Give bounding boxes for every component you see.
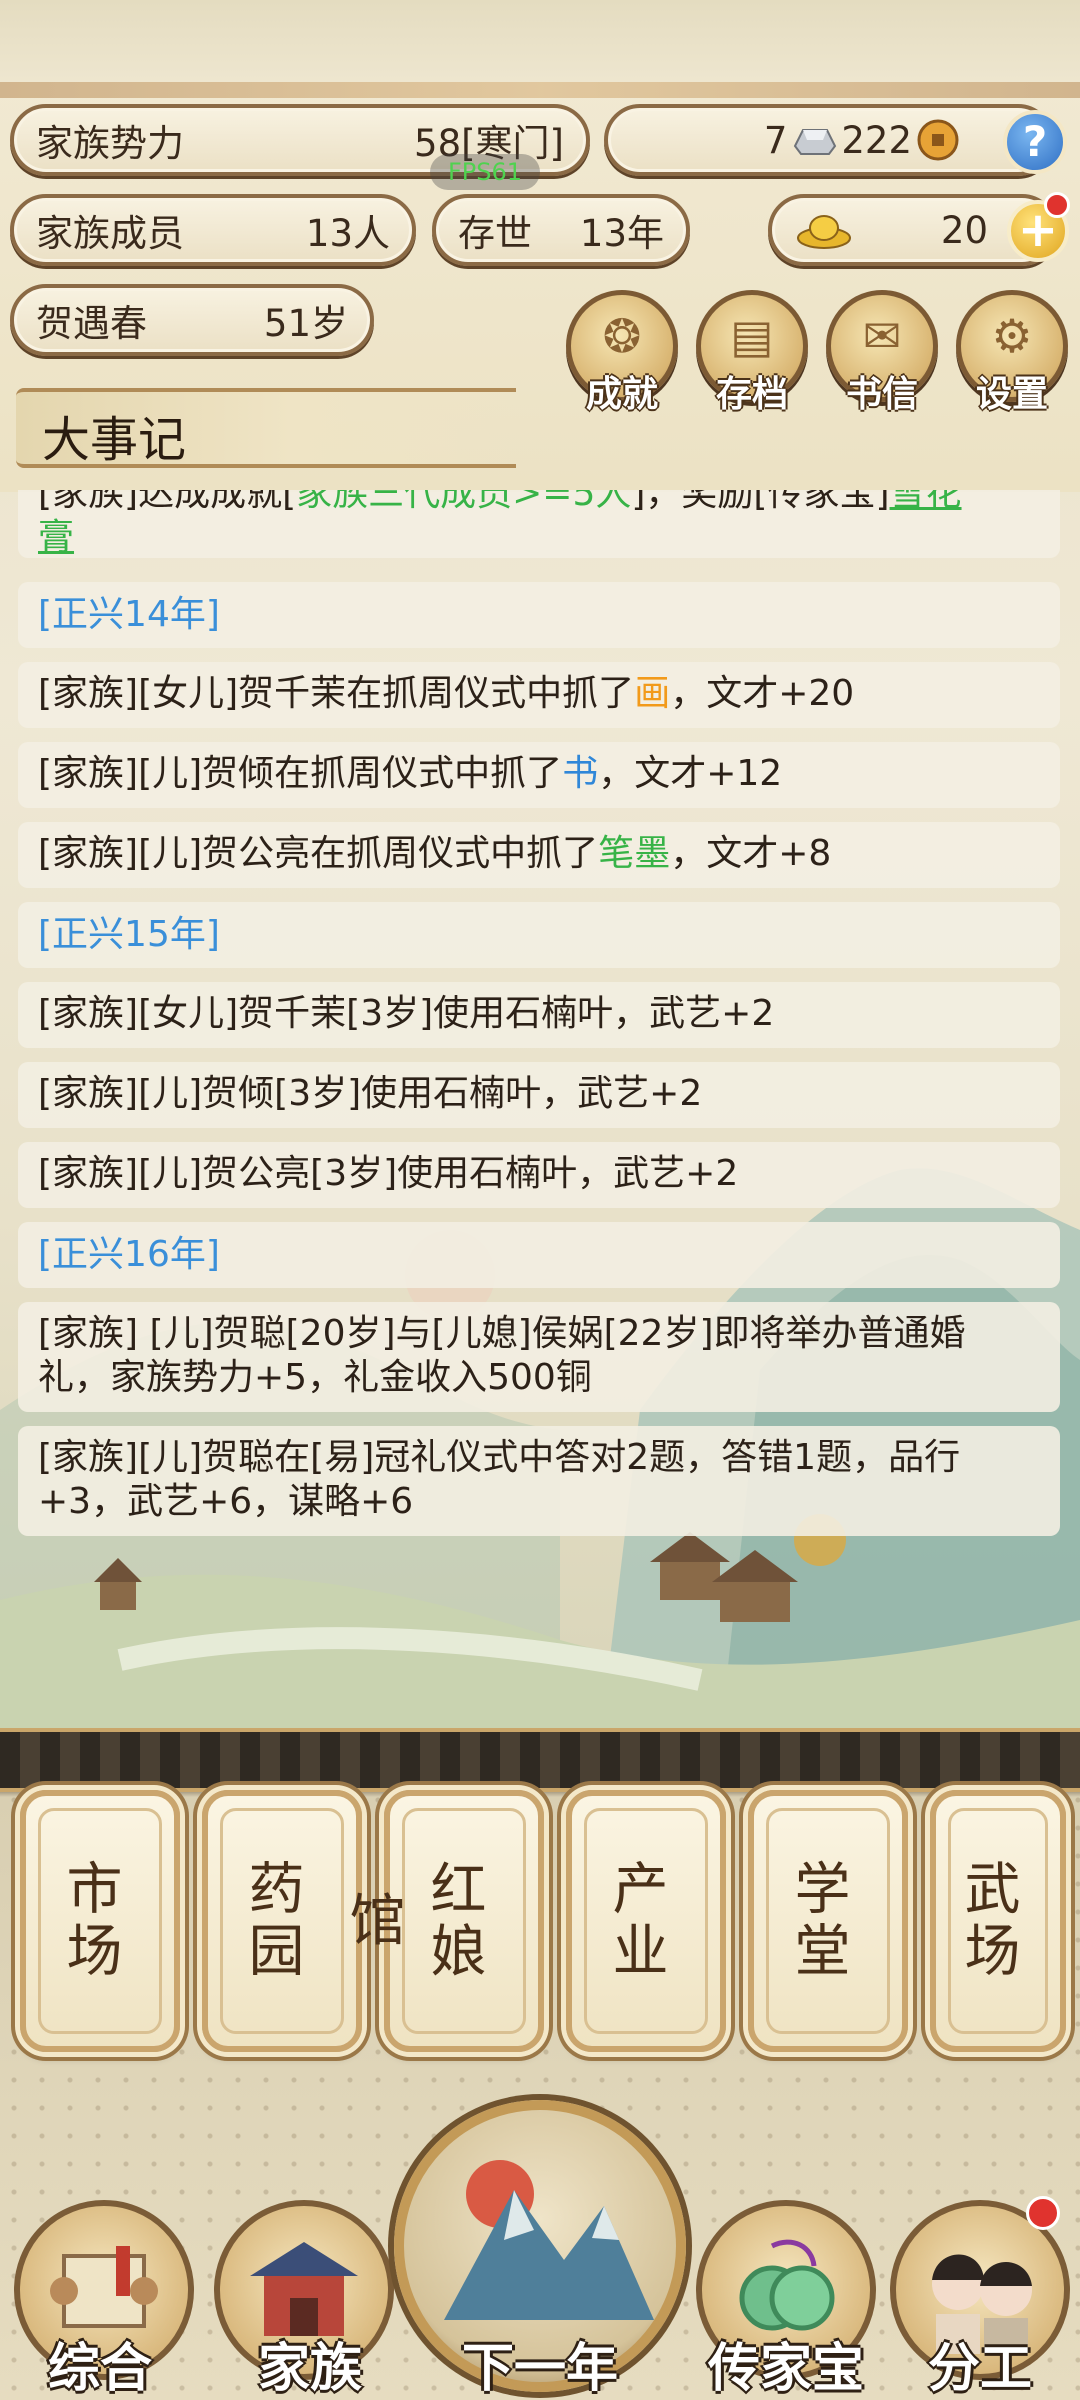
log-entry: [家族][儿]贺倾在抓周仪式中抓了书，文才+12: [18, 742, 1060, 808]
nav-general-label: 综合: [47, 2338, 152, 2399]
settings-icon: ⚙: [991, 309, 1033, 363]
facility-matchmaker[interactable]: 红娘馆: [340, 1790, 544, 2052]
letter-label: 书信: [845, 374, 918, 415]
top-cloud-band: [0, 0, 1080, 82]
nav-heirloom[interactable]: 传家宝: [676, 2190, 896, 2400]
gold-ingot-icon: [797, 215, 851, 249]
help-button[interactable]: ?: [1003, 110, 1067, 174]
event-log[interactable]: [家族]达成成就[家族三代成员>=5人]，奖励[传家宝]雪花 膏 [正兴14年]…: [0, 490, 1080, 1550]
existence-value: 13年: [579, 212, 664, 255]
section-banner: 大事记: [16, 388, 516, 468]
log-entry: [家族][儿]贺公亮[3岁]使用石楠叶，武艺+2: [18, 1142, 1060, 1208]
section-title: 大事记: [42, 412, 187, 468]
leader-name: 贺遇春: [36, 302, 147, 345]
save-button[interactable]: ▤ 存档: [696, 290, 808, 415]
clan-power-label: 家族势力: [36, 122, 184, 165]
existence-label: 存世: [458, 212, 532, 255]
facility-market[interactable]: 市场: [20, 1790, 180, 2052]
settings-button[interactable]: ⚙ 设置: [956, 290, 1068, 415]
leader-pill[interactable]: 贺遇春 51岁: [10, 284, 374, 356]
nav-family-label: 家族: [257, 2338, 362, 2399]
letter-icon: ✉: [862, 309, 902, 363]
copper-coin-icon: [917, 119, 959, 161]
silver-value: 7: [763, 118, 788, 162]
save-label: 存档: [715, 374, 788, 415]
existence-pill[interactable]: 存世 13年: [432, 194, 690, 266]
achievement-button[interactable]: ❂ 成就: [566, 290, 678, 415]
log-entry: [家族][儿]贺公亮在抓周仪式中抓了笔墨，文才+8: [18, 822, 1060, 888]
log-entry: [家族] [儿]贺聪[20岁]与[儿媳]侯娲[22岁]即将举办普通婚 礼，家族势力…: [18, 1302, 1060, 1412]
year-header: [正兴14年]: [18, 582, 1060, 648]
notification-dot: [1044, 192, 1070, 218]
facility-industry[interactable]: 产业: [566, 1790, 726, 2052]
nav-family[interactable]: 家族: [200, 2190, 420, 2400]
gold-value: 20: [940, 208, 988, 252]
settings-label: 设置: [975, 374, 1048, 415]
heirloom-link[interactable]: 雪花: [890, 490, 962, 514]
notification-dot: [1026, 2196, 1060, 2230]
facility-martial-arena[interactable]: 武场: [930, 1790, 1066, 2052]
nav-division[interactable]: 分工: [880, 2190, 1080, 2400]
log-entry: [家族][女儿]贺千茉在抓周仪式中抓了画，文才+20: [18, 662, 1060, 728]
members-value: 13人: [305, 212, 390, 255]
achievement-icon: ❂: [602, 309, 642, 363]
clan-members-pill[interactable]: 家族成员 13人: [10, 194, 416, 266]
leader-age: 51岁: [263, 302, 348, 345]
log-entry: [家族][儿]贺聪在[易]冠礼仪式中答对2题，答错1题，品行 +3，武艺+6，谋略…: [18, 1426, 1060, 1536]
year-header: [正兴16年]: [18, 1222, 1060, 1288]
save-icon: ▤: [730, 309, 774, 363]
nav-division-label: 分工: [927, 2338, 1032, 2399]
log-entry: [家族][儿]贺倾[3岁]使用石楠叶，武艺+2: [18, 1062, 1060, 1128]
members-label: 家族成员: [36, 212, 184, 255]
facility-school[interactable]: 学堂: [748, 1790, 908, 2052]
nav-next-year-label: 下一年: [461, 2338, 618, 2399]
log-entry: [家族][女儿]贺千茉[3岁]使用石楠叶，武艺+2: [18, 982, 1060, 1048]
fps-counter: FPS61: [430, 154, 540, 190]
letter-button[interactable]: ✉ 书信: [826, 290, 938, 415]
achievement-label: 成就: [585, 374, 658, 415]
ornamental-border: [0, 1728, 1080, 1792]
heirloom-link[interactable]: 膏: [38, 517, 74, 558]
copper-value: 222: [841, 118, 912, 162]
nav-heirloom-label: 传家宝: [707, 2338, 864, 2399]
currency-pill[interactable]: 7 222: [604, 104, 1054, 176]
nav-general[interactable]: 综合: [0, 2190, 220, 2400]
year-header: [正兴15年]: [18, 902, 1060, 968]
silver-ingot-icon: [794, 129, 837, 155]
log-entry: [家族]达成成就[家族三代成员>=5人]，奖励[传家宝]雪花 膏: [18, 490, 1060, 558]
